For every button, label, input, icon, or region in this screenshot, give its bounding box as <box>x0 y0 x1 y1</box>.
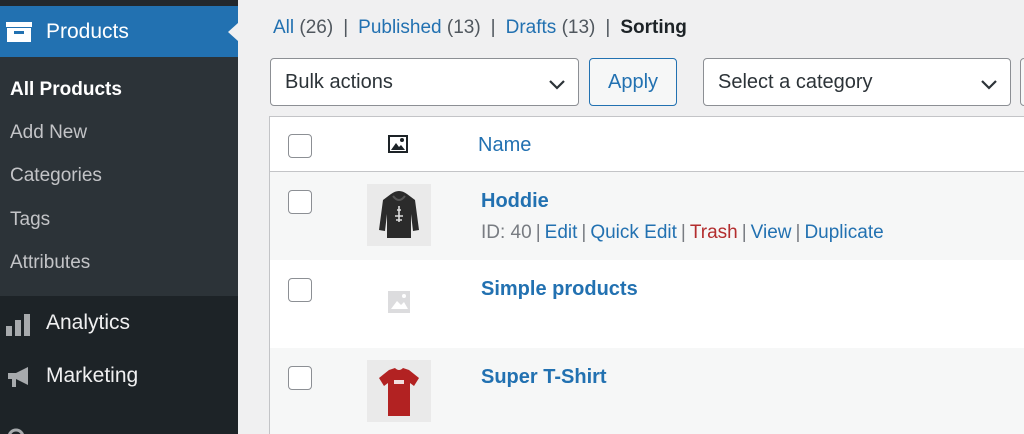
sidebar-item-products[interactable]: Products <box>0 6 238 57</box>
placeholder-image-icon[interactable] <box>367 272 431 334</box>
archive-box-icon <box>6 22 32 42</box>
status-filter-links: All (26) | Published (13) | Drafts (13) … <box>273 17 687 39</box>
category-select[interactable]: Select a category <box>703 58 1011 106</box>
bulk-actions-select[interactable]: Bulk actions <box>270 58 579 106</box>
filter-published[interactable]: Published (13) <box>358 17 481 39</box>
sidebar-item-label: Analytics <box>46 311 131 334</box>
duplicate-link[interactable]: Duplicate <box>804 222 883 243</box>
row-checkbox[interactable] <box>288 190 312 214</box>
submenu-categories[interactable]: Categories <box>10 165 102 187</box>
submenu-tags[interactable]: Tags <box>10 209 50 231</box>
trash-link[interactable]: Trash <box>690 222 738 243</box>
apply-button[interactable]: Apply <box>589 58 677 106</box>
submenu-add-new[interactable]: Add New <box>10 122 87 144</box>
view-link[interactable]: View <box>751 222 792 243</box>
quick-edit-link[interactable]: Quick Edit <box>590 222 677 243</box>
submenu-all-products[interactable]: All Products <box>10 79 122 101</box>
admin-sidebar: Products All Products Add New Categories… <box>0 0 238 434</box>
column-name-header[interactable]: Name <box>478 134 531 157</box>
megaphone-icon <box>6 365 32 389</box>
product-title-link[interactable]: Simple products <box>481 278 638 301</box>
current-menu-pointer <box>228 23 238 41</box>
image-column-icon <box>388 135 408 153</box>
products-table: Name Hoddie ID: 40 | Edit | Quick Edit | Trash… <box>269 116 1024 434</box>
table-row: Simple products <box>270 260 1024 348</box>
hoodie-image[interactable] <box>367 184 431 246</box>
filter-all[interactable]: All (26) <box>273 17 333 39</box>
products-submenu: All Products Add New Categories Tags Att… <box>0 57 238 296</box>
bar-chart-icon <box>6 312 32 336</box>
chevron-down-icon <box>980 75 998 90</box>
product-title-link[interactable]: Hoddie <box>481 190 549 213</box>
sidebar-item-analytics[interactable]: Analytics <box>0 298 238 348</box>
product-title-link[interactable]: Super T-Shirt <box>481 366 607 389</box>
tshirt-image[interactable] <box>367 360 431 422</box>
edit-link[interactable]: Edit <box>545 222 578 243</box>
submenu-attributes[interactable]: Attributes <box>10 252 90 274</box>
table-row: Super T-Shirt <box>270 348 1024 434</box>
row-checkbox[interactable] <box>288 278 312 302</box>
filter-drafts[interactable]: Drafts (13) <box>506 17 596 39</box>
table-row: Hoddie ID: 40 | Edit | Quick Edit | Trash | View… <box>270 172 1024 260</box>
chevron-down-icon <box>548 75 566 90</box>
filter-sorting[interactable]: Sorting <box>620 17 687 39</box>
product-id: ID: 40 <box>481 222 532 243</box>
sidebar-item-marketing[interactable]: Marketing <box>0 351 238 401</box>
table-header: Name <box>270 117 1024 172</box>
row-checkbox[interactable] <box>288 366 312 390</box>
filter-button-edge[interactable] <box>1020 58 1024 106</box>
select-all-checkbox[interactable] <box>288 134 312 158</box>
row-actions: ID: 40 | Edit | Quick Edit | Trash | View | Duplic… <box>481 222 884 243</box>
sidebar-item-label: Products <box>46 20 129 43</box>
sidebar-item-label: Marketing <box>46 364 139 387</box>
next-menu-icon <box>6 424 26 434</box>
